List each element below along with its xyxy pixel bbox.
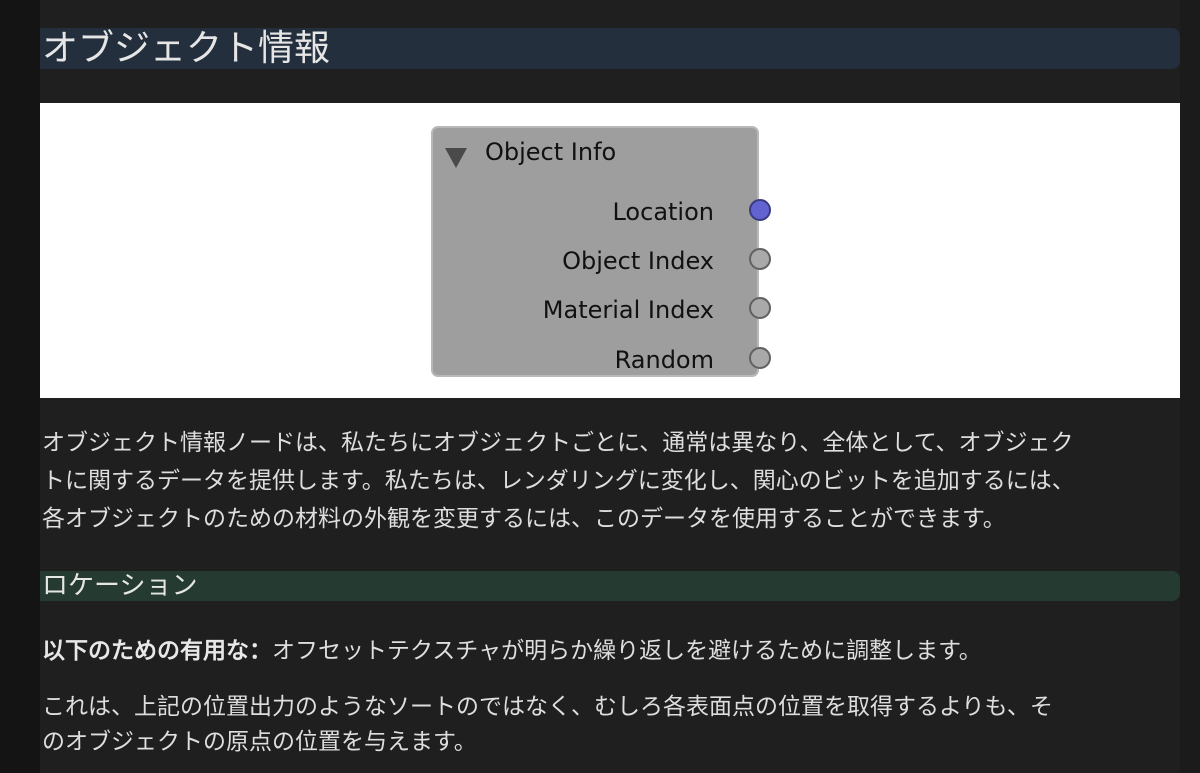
object-index-socket-icon <box>749 248 771 270</box>
socket-label-location: Location <box>612 198 714 226</box>
section-heading-location: ロケーション <box>40 571 1180 601</box>
page-title: オブジェクト情報 <box>40 28 1180 69</box>
page: オブジェクト情報 Object Info Location Object Ind… <box>0 0 1200 773</box>
random-socket-icon <box>749 347 771 369</box>
location-desc-line-2: のオブジェクトの原点の位置を与えます。 <box>42 729 477 755</box>
useful-label: 以下のための有用な： <box>42 638 272 664</box>
intro-line-1: オブジェクト情報ノードは、私たちにオブジェクトごとに、通常は異なり、全体として、… <box>42 430 1074 456</box>
intro-line-3: 各オブジェクトのための材料の外観を変更するには、このデータを使用することができま… <box>42 506 1006 532</box>
location-desc-line-1: これは、上記の位置出力のようなソートのではなく、むしろ各表面点の位置を取得するよ… <box>42 694 1053 720</box>
intro-line-2: トに関するデータを提供します。私たちは、レンダリングに変化し、関心のビットを追加… <box>42 468 1075 494</box>
material-index-socket-icon <box>749 297 771 319</box>
useful-text: オフセットテクスチャが明らか繰り返しを避けるために調整します。 <box>272 638 982 664</box>
location-socket-icon <box>749 199 771 221</box>
left-gutter <box>0 0 40 773</box>
useful-line: 以下のための有用な：オフセットテクスチャが明らか繰り返しを避けるために調整します… <box>42 631 1182 671</box>
socket-label-material-index: Material Index <box>542 296 714 324</box>
socket-label-object-index: Object Index <box>562 247 714 275</box>
node-figure: Object Info Location Object Index Materi… <box>40 103 1180 398</box>
collapse-triangle-icon <box>445 148 467 168</box>
node-title: Object Info <box>485 138 617 166</box>
object-info-node: Object Info Location Object Index Materi… <box>431 126 771 377</box>
socket-label-random: Random <box>614 346 714 374</box>
